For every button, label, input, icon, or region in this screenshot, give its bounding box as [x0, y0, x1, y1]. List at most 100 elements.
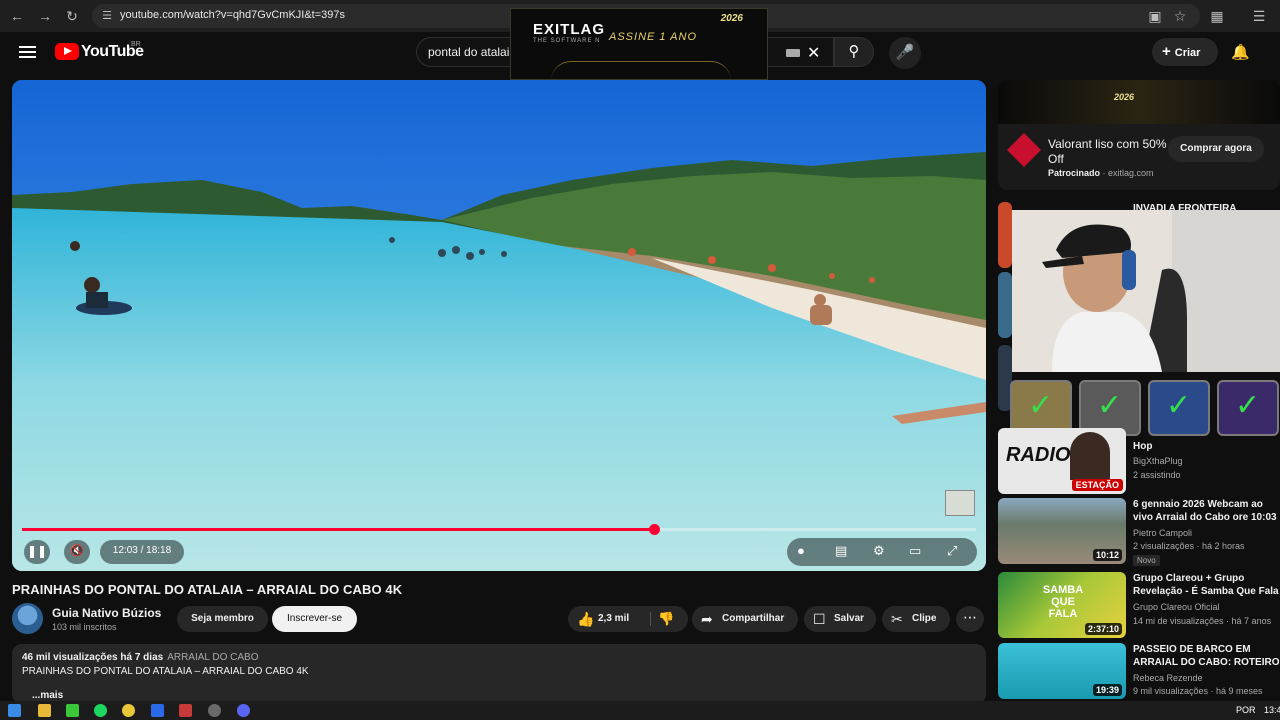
progress-scrubber[interactable] — [648, 524, 660, 535]
progress-bar[interactable] — [22, 524, 976, 535]
recommendation-thumbnail[interactable]: 10:12 — [998, 498, 1126, 564]
notifications-bell-icon[interactable]: 🔔 — [1231, 43, 1250, 61]
video-duration: 2:37:10 — [1084, 623, 1122, 635]
keyboard-icon[interactable] — [786, 49, 800, 57]
create-button[interactable]: + Criar — [1152, 38, 1218, 66]
player-right-controls: ● ▤ ⚙ ▭ ⤢ — [787, 538, 977, 566]
recommendation-channel[interactable]: Pietro Campoli — [1133, 528, 1192, 538]
search-query[interactable]: pontal do atalaia — [428, 45, 516, 59]
recommendation-item[interactable]: 19:39 PASSEIO DE BARCO EM ARRAIAL DO CAB… — [998, 643, 1280, 699]
recommendation-title[interactable]: 6 gennaio 2026 Webcam ao — [1133, 498, 1280, 511]
ad-banner-text: 2026 — [1114, 92, 1135, 102]
back-icon[interactable]: ← — [8, 7, 26, 25]
file-explorer-icon[interactable] — [38, 704, 51, 717]
youtube-logo-icon[interactable] — [55, 43, 79, 60]
ad-title[interactable]: Valorant liso com 50% Off — [1048, 137, 1168, 167]
description-tag[interactable]: ARRAIAL DO CABO — [167, 652, 258, 663]
site-info-icon[interactable]: ☰ — [98, 7, 116, 25]
recommendation-thumbnail[interactable] — [998, 272, 1012, 338]
url-text[interactable]: youtube.com/watch?v=qhd7GvCmKJI&t=397s — [120, 9, 345, 21]
recommendation-item[interactable]: SAMBA QUE FALA 2:37:10 Grupo Clareou + G… — [998, 572, 1280, 638]
recommendation-thumbnail[interactable] — [998, 202, 1012, 268]
webcam-frame — [1012, 210, 1280, 372]
clip-button[interactable]: ✂ Clipe — [882, 606, 950, 632]
ad-brand: EXITLAG — [533, 21, 606, 38]
description-text: PRAINHAS DO PONTAL DO ATALAIA – ARRAIAL … — [22, 666, 309, 677]
voice-search-button[interactable]: 🎤 — [889, 37, 921, 69]
app-icon[interactable] — [179, 704, 192, 717]
recommendation-title-line2[interactable]: ARRAIAL DO CABO: ROTEIRO ... — [1133, 656, 1280, 669]
discord-icon[interactable] — [237, 704, 250, 717]
ad-year: 2026 — [720, 13, 743, 24]
like-count[interactable]: 2,3 mil — [598, 606, 629, 632]
settings-gear-icon[interactable]: ⚙ — [873, 543, 885, 559]
recommendation-thumbnail[interactable]: RADIO ESTAÇÃO — [998, 428, 1126, 494]
fullscreen-icon[interactable]: ⤢ — [947, 543, 957, 559]
exitlag-logo-icon — [1007, 133, 1041, 167]
forward-icon[interactable]: → — [36, 7, 54, 25]
start-menu-icon[interactable] — [8, 704, 21, 717]
spotify-icon[interactable] — [94, 704, 107, 717]
recommendation-item[interactable]: 10:12 6 gennaio 2026 Webcam ao vivo Arra… — [998, 498, 1280, 566]
recommendation-meta: 2 visualizações · há 2 horas — [1133, 541, 1245, 551]
chrome-icon[interactable] — [122, 704, 135, 717]
autoplay-toggle-icon[interactable]: ● — [797, 543, 805, 558]
progress-bar-played — [22, 528, 654, 531]
mute-button[interactable]: 🔇 — [64, 540, 90, 564]
app-icon[interactable] — [208, 704, 221, 717]
taskbar-clock[interactable]: 13:4 — [1264, 705, 1280, 715]
subscribe-button[interactable]: Inscrever-se — [272, 606, 357, 632]
input-language[interactable]: POR — [1236, 705, 1256, 715]
app-icon[interactable] — [151, 704, 164, 717]
extensions-icon[interactable]: ▦ — [1208, 7, 1226, 25]
more-actions-button[interactable]: ⋯ — [956, 606, 984, 632]
video-duration: 10:12 — [1092, 549, 1122, 561]
subtitles-icon[interactable]: ▤ — [835, 543, 847, 559]
recommendation-title[interactable]: Hop — [1133, 440, 1280, 453]
video-player[interactable]: ❚❚ 🔇 12:03 / 18:18 ● ▤ ⚙ ▭ ⤢ — [12, 80, 986, 571]
new-badge: Novo — [1133, 555, 1160, 566]
pause-button[interactable]: ❚❚ — [24, 540, 50, 564]
more-dots-icon: ⋯ — [963, 609, 977, 625]
recommendation-title-line2[interactable]: vivo Arraial do Cabo ore 10:03 — [1133, 511, 1280, 524]
theater-mode-icon[interactable]: ▭ — [909, 543, 921, 559]
thumbs-down-icon[interactable]: 👎 — [658, 606, 674, 632]
thumbs-up-icon[interactable]: 👍 — [577, 606, 594, 632]
recommendation-thumbnail[interactable]: SAMBA QUE FALA 2:37:10 — [998, 572, 1126, 638]
install-app-icon[interactable]: ▣ — [1146, 7, 1164, 25]
recommendation-meta: 14 mi de visualizações · há 7 anos — [1133, 616, 1272, 626]
reload-icon[interactable]: ↻ — [63, 7, 81, 25]
recommendation-item[interactable]: RADIO ESTAÇÃO Hop BigXthaPlug 2 assistin… — [998, 428, 1280, 494]
channel-name[interactable]: Guia Nativo Búzios — [52, 606, 161, 620]
hamburger-menu-icon[interactable] — [19, 46, 36, 58]
share-label: Compartilhar — [722, 613, 785, 624]
recommendation-thumbnail[interactable]: 19:39 — [998, 643, 1126, 699]
scissors-icon: ✂ — [891, 611, 903, 627]
recommendation-title-line2[interactable]: Revelação - É Samba Que Fala — [1133, 585, 1280, 598]
search-button[interactable]: ⚲ — [834, 37, 874, 67]
share-button[interactable]: ➦ Compartilhar — [692, 606, 798, 632]
ad-banner-image[interactable]: 2026 — [998, 80, 1280, 124]
show-more-link[interactable]: ...mais — [32, 690, 63, 701]
recommendation-title[interactable]: Grupo Clareou + Grupo — [1133, 572, 1280, 585]
buy-now-button[interactable]: Comprar agora — [1168, 136, 1264, 162]
streamer-webcam-overlay — [1012, 210, 1280, 372]
join-membership-button[interactable]: Seja membro — [177, 606, 268, 632]
reading-list-icon[interactable]: ☰ — [1250, 7, 1268, 25]
live-badge: ESTAÇÃO — [1071, 479, 1123, 491]
clear-search-icon[interactable]: ✕ — [807, 43, 820, 63]
subscriber-count: 103 mil inscritos — [52, 622, 117, 632]
recommendation-channel[interactable]: Grupo Clareou Oficial — [1133, 602, 1220, 612]
like-dislike-group[interactable]: 👍 2,3 mil 👎 — [568, 606, 688, 632]
save-button[interactable]: ☐ Salvar — [804, 606, 876, 632]
bookmark-star-icon[interactable]: ☆ — [1171, 7, 1189, 25]
channel-avatar[interactable] — [12, 603, 43, 634]
exitlag-overlay-ad[interactable]: EXITLAG THE SOFTWARE N ASSINE 1 ANO 2026 — [510, 8, 768, 80]
recommendation-channel[interactable]: Rebeca Rezende — [1133, 673, 1203, 683]
app-icon[interactable] — [66, 704, 79, 717]
recommendation-channel[interactable]: BigXthaPlug — [1133, 456, 1183, 466]
sidebar-ad-card[interactable]: 2026 Valorant liso com 50% Off Patrocina… — [998, 80, 1280, 190]
ad-sponsor-line: Patrocinado · exitlag.com — [1048, 168, 1154, 178]
ad-glow-decoration — [551, 61, 731, 79]
recommendation-title[interactable]: PASSEIO DE BARCO EM — [1133, 643, 1280, 656]
